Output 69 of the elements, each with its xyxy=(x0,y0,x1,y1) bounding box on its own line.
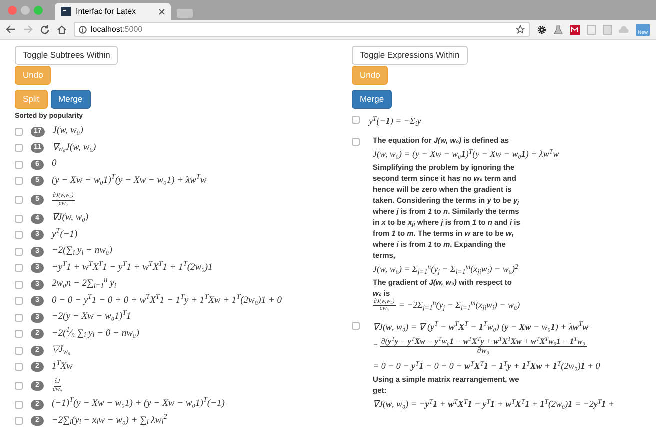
math-expression: J(w, w₀) = Σ$_{j=1}$$^{n}$(y$_{j}$ − Σ$_{i=1}$$^{m}$(x$_{ji}$w$_{i}$) − w₀)$^{2}$ xyxy=(373,262,520,276)
close-tab-icon[interactable] xyxy=(159,8,165,14)
checkbox[interactable] xyxy=(15,314,23,322)
checkbox[interactable] xyxy=(15,297,23,306)
maximize-window-button[interactable] xyxy=(34,6,43,14)
math-expression: = −2Σ$_{j=1}$$^{n}$(y$_{j}$ − Σ$_{i=1}$$^{m}$(x$_{ji}$w$_{i}$) − w₀) xyxy=(398,299,520,313)
checkbox[interactable] xyxy=(15,160,23,169)
checkbox[interactable] xyxy=(15,214,23,223)
math-expression: −2(∑$_{i}$ y$_{i}$ − nw₀) xyxy=(52,247,112,256)
forward-icon[interactable] xyxy=(23,25,33,34)
back-icon[interactable] xyxy=(6,25,16,34)
checkbox[interactable] xyxy=(15,248,23,256)
tab-title: Interfac for Latex xyxy=(76,6,138,18)
toggle-button[interactable]: Toggle Subtrees Within xyxy=(15,46,118,65)
gear-icon[interactable] xyxy=(537,24,547,34)
new-tab-button[interactable] xyxy=(177,9,193,18)
url-port: :5000 xyxy=(122,24,143,34)
fraction: ∂(y$^{T}$y − y$^{T}$Xw − y$^{T}$w₀1 − w$^{T}$X$^{T}$y + w$^{T}$X$^{T}$Xw + w$^{T}$X$^{T}$w₀1 − 1$^{T}$w₀ ∂w₀ xyxy=(380,338,586,356)
math-expression: ∇J(w, w₀) xyxy=(52,214,89,224)
checkbox[interactable] xyxy=(15,382,23,390)
checkbox[interactable] xyxy=(15,400,23,409)
checkbox[interactable] xyxy=(352,322,360,330)
bookmark-star-icon[interactable] xyxy=(516,25,525,34)
info-icon[interactable] xyxy=(79,26,87,34)
terminal-icon xyxy=(61,7,71,16)
math-expression: = 0 − 0 − y$^{T}$1 − 0 + 0 + w$^{T}$X$^{T}$1 − 1$^{T}$y + 1$^{T}$Xw + 1$^{T}$(2w₀)1 + 0 xyxy=(373,360,602,374)
checkbox[interactable] xyxy=(15,196,23,204)
checkbox[interactable] xyxy=(15,346,23,355)
home-icon[interactable] xyxy=(57,24,67,34)
flask-icon[interactable] xyxy=(554,24,563,34)
checkbox[interactable] xyxy=(15,264,23,272)
math-expression: 2w₀n − 2∑$_{i=1}$$^{n}$ y$_{i}$ xyxy=(52,280,116,290)
checkbox[interactable] xyxy=(15,128,23,136)
checkbox[interactable] xyxy=(15,417,23,426)
reload-icon[interactable] xyxy=(40,24,50,34)
minimize-window-button[interactable] xyxy=(21,6,30,14)
checkbox[interactable] xyxy=(15,330,23,338)
math-expression: −y$^{T}$1 + w$^{T}$X$^{T}$1 − y$^{T}$1 + w$^{T}$X$^{T}$1 + 1$^{T}$(2w₀)1 xyxy=(52,264,213,273)
address-bar[interactable]: localhost:5000 xyxy=(74,22,530,37)
checkbox[interactable] xyxy=(352,116,360,124)
math-expression: ▽J$_{w₀}$ xyxy=(52,346,70,356)
action-button[interactable]: Merge xyxy=(352,90,392,109)
math-expression: J(w, w₀) xyxy=(52,127,84,136)
math-expression: (y − Xw − w₀1)$^{T}$(y − Xw − w₀1) + λw$^{T}$w xyxy=(52,176,207,186)
action-button[interactable]: Merge xyxy=(50,90,91,109)
math-expression: ∇J(w, w₀) = −y$^{T}$1 + w$^{T}$X$^{T}$1 − y$^{T}$1 + w$^{T}$X$^{T}$1 + 1$^{T}$(2w₀)1 = −2y$^{T}$1 + xyxy=(373,398,614,412)
url-host: localhost xyxy=(91,24,123,34)
equals-sign: = xyxy=(373,340,378,352)
checkbox[interactable] xyxy=(15,177,23,186)
math-expression: y$^{T}$(−1) xyxy=(52,230,78,240)
checkbox[interactable] xyxy=(15,363,23,372)
math-expression: J(w, w₀) = (y − Xw − w₀1)$^{T}$(y − Xw − w₀1) + λw$^{T}$w xyxy=(373,148,560,161)
document-icon[interactable] xyxy=(587,24,596,34)
math-expression: 0 − 0 − y$^{T}$1 − 0 + 0 + w$^{T}$X$^{T}$1 − 1$^{T}$y + 1$^{T}$Xw + 1$^{T}$(2w₀)1 + 0 xyxy=(52,296,282,306)
browser-tab[interactable]: Interfac for Latex xyxy=(55,3,171,20)
toggle-button[interactable]: Toggle Expressions Within xyxy=(352,46,468,65)
close-window-button[interactable] xyxy=(8,6,17,14)
math-expression: 1$^{T}$Xw xyxy=(52,362,73,372)
math-expression: ∇$_{w₀}$J(w, w₀) xyxy=(52,144,96,153)
checkbox[interactable] xyxy=(15,280,23,289)
math-expression: 0 xyxy=(52,160,57,170)
checkbox[interactable] xyxy=(15,231,23,240)
checkbox[interactable] xyxy=(15,144,23,152)
extension-icon[interactable] xyxy=(570,24,580,34)
cloud-icon[interactable] xyxy=(619,26,629,34)
math-expression: y$^{T}$(−1) = −Σ$_{i}$y xyxy=(369,114,422,128)
math-expression: ∇J(w, w₀) = ∇ (y$^{T}$ − w$^{T}$X$^{T}$ − 1$^{T}$w₀) (y − Xw − w₀1) + λw$^{T}$w xyxy=(373,320,590,334)
checkbox[interactable] xyxy=(352,138,360,146)
math-expression: −2($^{1}$⁄$_{n}$ ∑$_{i}$ y$_{i}$ − 0 − nw₀) xyxy=(52,330,140,339)
